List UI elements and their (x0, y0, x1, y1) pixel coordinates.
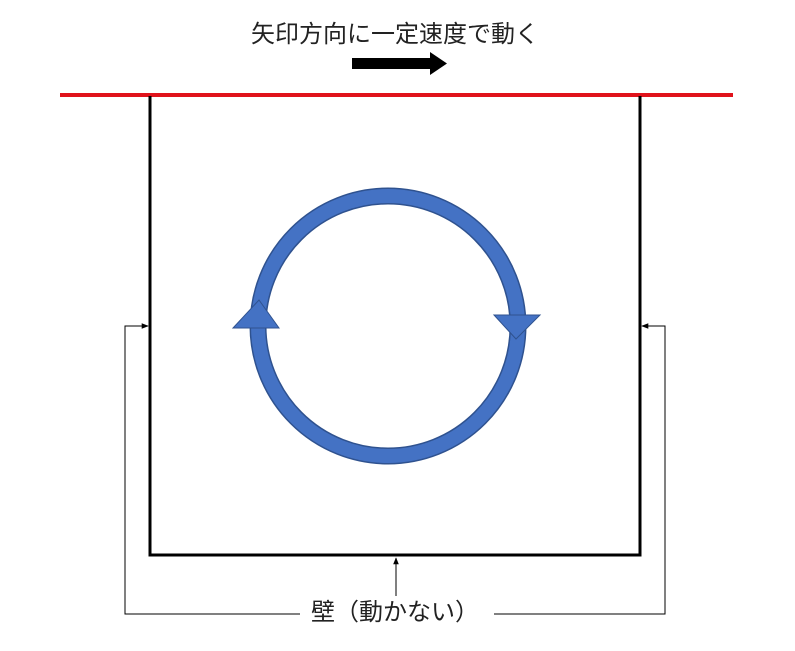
motion-direction-label: 矢印方向に一定速度で動く (251, 20, 539, 48)
wall-leader-lines (124, 323, 666, 615)
wall-label: 壁（動かない） (300, 600, 490, 624)
cavity-flow-diagram (60, 52, 733, 615)
clockwise-circular-arrow-icon (231, 187, 542, 465)
right-arrow-icon (352, 52, 447, 75)
cavity-wall (148, 96, 642, 557)
arrowhead-left-icon (231, 299, 280, 329)
arrowhead-right-icon (492, 314, 542, 340)
